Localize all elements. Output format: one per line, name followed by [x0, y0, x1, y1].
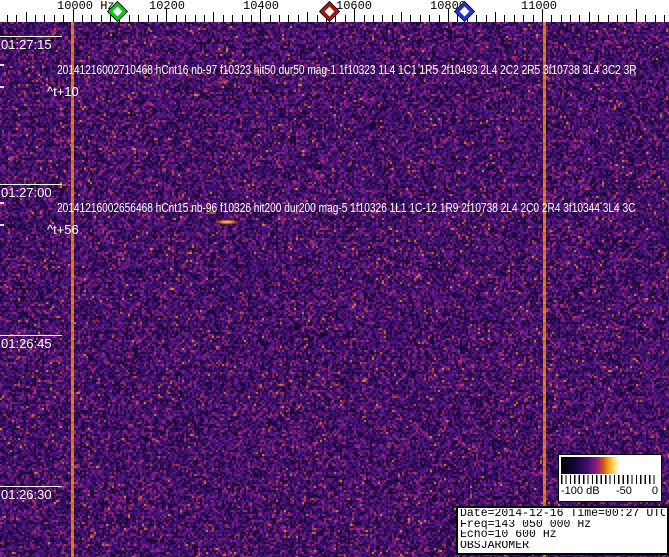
time-label: 01:27:15 [1, 37, 52, 52]
ruler-tick [570, 15, 571, 22]
event-time-offset: ^t+56 [47, 222, 79, 237]
time-label: 01:26:30 [1, 487, 52, 502]
ruler-tick [354, 9, 356, 22]
event-info-text: 20141216002656468 hCnt15 nb-96 f10326 hi… [57, 200, 636, 215]
ruler-tick [203, 15, 205, 22]
ruler-tick [663, 15, 665, 22]
ruler-tick [382, 15, 384, 22]
legend-label-max: 0 [651, 485, 658, 497]
ruler-tick [391, 15, 393, 22]
ruler-tick [213, 12, 215, 22]
info-date-time: Date=2014-12-16 Time=00:27 UTC [460, 509, 665, 520]
ruler-tick [250, 15, 252, 22]
ruler-tick [335, 15, 337, 22]
ruler-tick [279, 15, 280, 22]
event-edge-tick [0, 86, 4, 88]
event-time-offset: ^t+10 [47, 84, 79, 99]
ruler-tick [372, 15, 374, 22]
ruler-tick [645, 15, 647, 22]
ruler-tick [523, 15, 525, 22]
ruler-tick [588, 12, 590, 22]
ruler-tick [175, 15, 177, 22]
ruler-tick [147, 15, 149, 22]
ruler-tick [626, 15, 628, 22]
ruler-tick [344, 15, 346, 22]
ruler-tick [110, 15, 111, 22]
ruler-tick [616, 15, 618, 22]
info-echo: Echo=10 600 Hz [460, 530, 557, 542]
ruler-tick [448, 9, 449, 22]
ruler-tick [429, 15, 431, 22]
ruler-tick [232, 15, 234, 22]
ruler-tick [494, 12, 496, 22]
ruler-tick [419, 15, 421, 22]
ruler-tick [307, 12, 309, 22]
ruler-tick [598, 15, 600, 22]
ruler-tick [100, 15, 102, 22]
ruler-tick [513, 15, 515, 22]
event-edge-tick [0, 64, 4, 66]
time-label: 01:26:45 [1, 336, 52, 351]
ruler-tick [560, 15, 562, 22]
ruler-tick [91, 15, 93, 22]
db-color-scale: -100 dB -50 0 [558, 454, 662, 502]
ruler-tick [532, 15, 534, 22]
ruler-tick [504, 15, 506, 22]
ruler-tick [541, 9, 543, 22]
ruler-tick [157, 15, 158, 22]
observation-info-box: Date=2014-12-16 Time=00:27 UTC Freq=143 … [456, 506, 669, 555]
ruler-tick [297, 15, 299, 22]
ruler-tick [222, 15, 224, 22]
ruler-tick [194, 15, 196, 22]
ruler-label: 10000 Hz [57, 0, 115, 13]
ruler-tick [410, 15, 412, 22]
ruler-tick [44, 15, 46, 22]
color-gradient-bar [561, 457, 658, 474]
meteor-spectrogram-window: 10000 Hz 10200 10400 10600 10800 11000 0… [0, 0, 669, 557]
event-edge-tick [0, 224, 4, 226]
ruler-tick [25, 12, 27, 22]
ruler-tick [551, 15, 553, 22]
ruler-tick [185, 15, 187, 22]
ruler-tick [128, 15, 130, 22]
ruler-label: 11000 [521, 0, 558, 13]
ruler-tick [457, 15, 459, 22]
ruler-tick [6, 15, 8, 22]
ruler-tick [654, 15, 656, 22]
carrier-line-11000hz [543, 14, 546, 557]
ruler-tick [53, 15, 55, 22]
ruler-tick [607, 15, 609, 22]
ruler-tick [63, 15, 65, 22]
ruler-tick [260, 9, 262, 22]
legend-label-min: -100 dB [561, 485, 600, 497]
ruler-tick [269, 15, 271, 22]
ruler-tick [316, 15, 318, 22]
ruler-tick [138, 15, 140, 22]
ruler-tick [288, 15, 290, 22]
legend-tick-comb [561, 475, 658, 484]
ruler-tick [635, 9, 637, 22]
info-frequency: Freq=143 050 000 Hz [460, 519, 592, 531]
event-edge-tick [0, 202, 4, 204]
ruler-tick [35, 15, 36, 22]
ruler-tick [166, 9, 168, 22]
event-info-text: 20141216002710468 hCnt16 nb-97 f10323 hi… [57, 62, 637, 77]
time-label: 01:27:00 [1, 185, 52, 200]
ruler-tick [16, 15, 18, 22]
ruler-tick [476, 15, 478, 22]
ruler-tick [401, 12, 402, 22]
ruler-tick [363, 15, 365, 22]
ruler-tick [438, 15, 440, 22]
ruler-tick [72, 9, 74, 22]
legend-label-mid: -50 [616, 485, 632, 497]
ruler-tick [485, 15, 487, 22]
ruler-tick [241, 15, 243, 22]
info-station: OBSJAROMER [460, 541, 530, 552]
ruler-tick [579, 15, 581, 22]
ruler-tick [81, 15, 83, 22]
